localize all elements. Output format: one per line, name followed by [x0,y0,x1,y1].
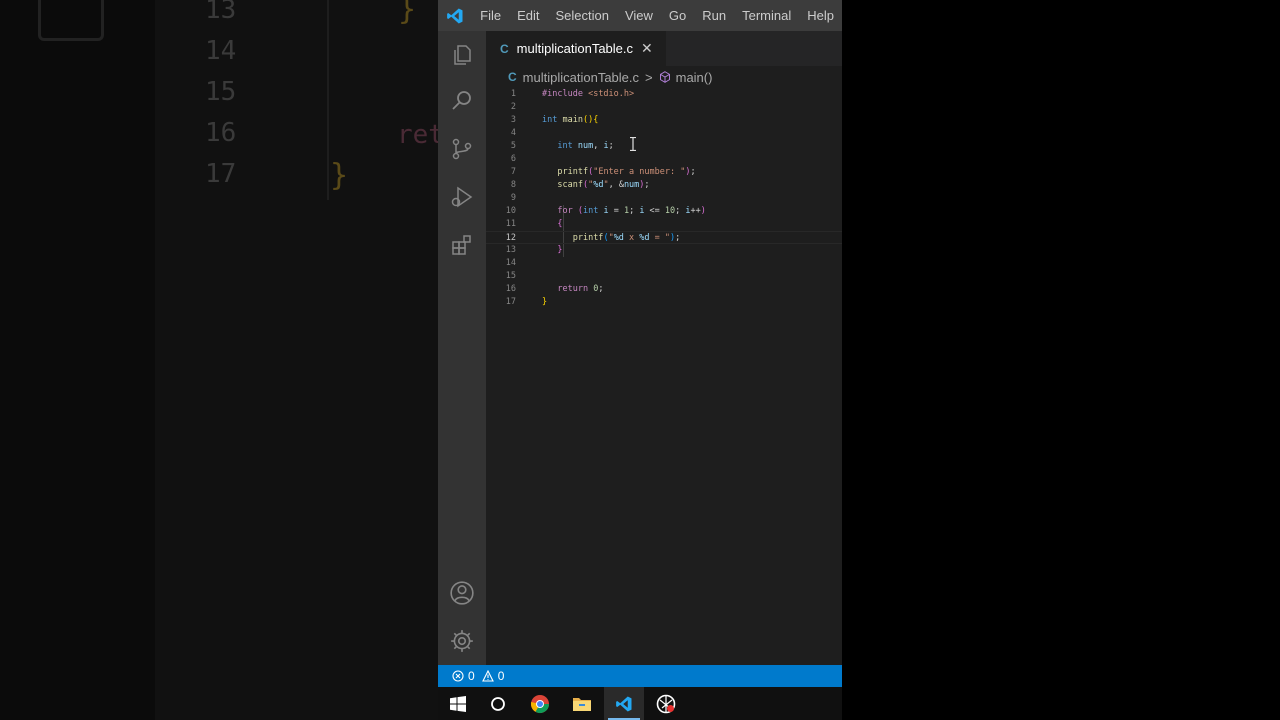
vscode-logo-icon [438,0,472,31]
error-icon[interactable] [452,670,464,682]
explorer-icon[interactable] [438,31,486,79]
symbol-method-icon [659,71,670,83]
breadcrumb-file[interactable]: multiplicationTable.c [523,70,639,85]
menu-run[interactable]: Run [694,0,734,31]
background-return: ret [397,120,438,150]
code-line-current: 12 printf("%d x %d = "); [486,231,842,244]
background-brace-bottom: } [330,158,349,193]
menu-terminal[interactable]: Terminal [734,0,799,31]
background-panel [155,0,438,720]
windows-start-icon[interactable] [438,687,478,720]
c-file-icon: C [500,41,509,56]
code-line: 2 [510,102,516,112]
code-line: 17} [505,297,548,307]
background-divider [327,0,329,200]
tab-multiplication-table[interactable]: C multiplicationTable.c ✕ [486,31,666,66]
tab-bar: C multiplicationTable.c ✕ [486,31,842,66]
close-icon[interactable]: ✕ [641,41,653,57]
vscode-icon[interactable] [604,687,644,720]
menu-edit[interactable]: Edit [509,0,547,31]
code-line: 16 return 0; [505,284,604,294]
menu-file[interactable]: File [472,0,509,31]
code-line: 10 for (int i = 1; i <= 10; i++) [505,206,706,216]
windows-taskbar [438,687,842,720]
background-brace-top: } [398,0,417,27]
code-line: 15 [505,271,516,281]
warning-count[interactable]: 0 [498,669,505,683]
error-count[interactable]: 0 [468,669,475,683]
code-line: 1 #include <stdio.h> [510,89,635,99]
file-explorer-icon[interactable] [562,687,602,720]
menu-selection[interactable]: Selection [547,0,616,31]
code-line: 9 [510,193,516,203]
breadcrumb-symbol[interactable]: main() [676,70,713,85]
text-cursor-icon [630,137,636,151]
menu-help[interactable]: Help [799,0,842,31]
account-icon[interactable] [438,569,486,617]
code-line: 14 [505,258,516,268]
background-right [842,0,1280,720]
code-line: 7 printf("Enter a number: "); [510,167,696,177]
source-control-icon[interactable] [438,125,486,173]
tab-label: multiplicationTable.c [516,41,634,56]
chrome-icon[interactable] [520,687,560,720]
menu-view[interactable]: View [617,0,661,31]
title-bar: File Edit Selection View Go Run Terminal… [438,0,842,31]
vscode-window: File Edit Selection View Go Run Terminal… [438,0,842,687]
warning-icon[interactable] [481,670,494,682]
chevron-right-icon: > [645,69,653,85]
c-file-icon: C [508,70,517,84]
background-blurred-editor: 13 14 15 16 17 } ret } [0,0,438,720]
menu-go[interactable]: Go [661,0,694,31]
background-line-numbers: 13 14 15 16 17 [205,0,237,189]
code-line: 4 [510,128,516,138]
run-debug-icon[interactable] [438,173,486,221]
code-line: 8 scanf("%d", &num); [510,180,650,190]
code-line: 5 int num, i; [510,141,614,151]
code-editor[interactable]: 1 #include <stdio.h> 2 3 int main(){ 4 5 i… [486,88,842,665]
screen-recorder-icon[interactable] [646,687,686,720]
background-icon [38,0,104,41]
code-line: 6 [510,154,516,164]
status-bar: 0 0 [438,665,842,687]
code-line: 11 { [505,219,563,229]
extensions-icon[interactable] [438,221,486,269]
code-line: 3 int main(){ [510,115,599,125]
breadcrumb: C multiplicationTable.c > main() [486,66,842,88]
search-icon[interactable] [438,77,486,125]
activity-bar [438,31,486,665]
code-line: 13 } [505,245,563,255]
cortana-search-icon[interactable] [478,687,518,720]
settings-gear-icon[interactable] [438,617,486,665]
